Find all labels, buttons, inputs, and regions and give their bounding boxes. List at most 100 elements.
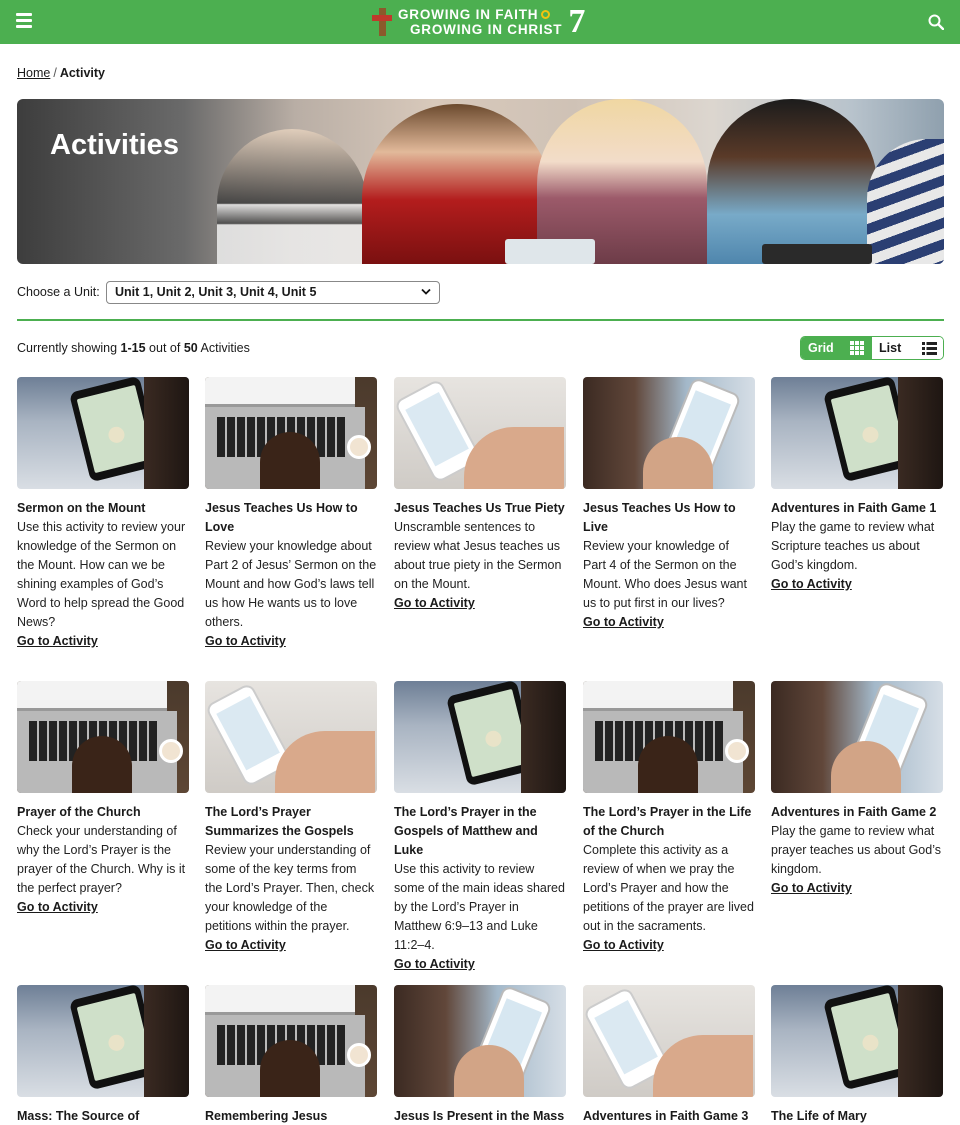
activity-title: Adventures in Faith Game 1 [771, 501, 937, 515]
activity-description: Unscramble sentences to review what Jesu… [394, 520, 562, 591]
activity-title: The Life of Mary [771, 1109, 867, 1123]
logo-grade-number: 7 [568, 3, 586, 40]
activity-thumbnail[interactable] [17, 985, 189, 1097]
activity-thumbnail[interactable] [583, 985, 755, 1097]
divider [17, 319, 944, 321]
hero-photo-tablet [505, 239, 595, 264]
activity-card: Mass: The Source of [17, 985, 189, 1125]
activity-title: Adventures in Faith Game 3 [583, 1109, 749, 1123]
activity-thumbnail[interactable] [583, 681, 755, 793]
top-bar: GROWING IN FAITH GROWING IN CHRIST 7 [0, 0, 960, 44]
results-middle: out of [149, 341, 181, 355]
activity-card: Jesus Teaches Us True Piety Unscramble se… [394, 377, 566, 613]
list-view-label: List [879, 341, 902, 355]
go-to-activity-link[interactable]: Go to Activity [205, 936, 286, 955]
activity-card: Adventures in Faith Game 3 [583, 985, 755, 1125]
go-to-activity-link[interactable]: Go to Activity [771, 575, 852, 594]
activity-card: The Lord’s Prayer in the Life of the Chu… [583, 681, 755, 955]
activity-description: Use this activity to review your knowled… [17, 520, 186, 629]
go-to-activity-link[interactable]: Go to Activity [17, 898, 98, 917]
activity-description: Review your knowledge of Part 4 of the S… [583, 539, 747, 610]
go-to-activity-link[interactable]: Go to Activity [394, 955, 475, 974]
activity-thumbnail[interactable] [17, 681, 189, 793]
list-view-button[interactable]: List [872, 337, 943, 359]
results-count: Currently showing 1-15 out of 50 Activit… [17, 341, 250, 355]
activity-title: The Lord’s Prayer Summarizes the Gospels [205, 805, 354, 838]
logo-line-1: GROWING IN FAITH [398, 7, 539, 22]
activity-card: Adventures in Faith Game 2 Play the game … [771, 681, 943, 898]
activity-thumbnail[interactable] [394, 681, 566, 793]
logo-line-2: GROWING IN CHRIST [410, 22, 563, 37]
go-to-activity-link[interactable]: Go to Activity [17, 632, 98, 651]
go-to-activity-link[interactable]: Go to Activity [771, 879, 852, 898]
activity-card: The Life of Mary [771, 985, 943, 1125]
activity-title: Adventures in Faith Game 2 [771, 805, 937, 819]
activity-title: Prayer of the Church [17, 805, 141, 819]
hamburger-menu-icon[interactable] [16, 13, 32, 29]
activity-thumbnail[interactable] [771, 377, 943, 489]
activity-title: Jesus Teaches Us True Piety [394, 501, 565, 515]
activity-description: Check your understanding of why the Lord… [17, 824, 186, 895]
activity-description: Play the game to review what prayer teac… [771, 824, 942, 876]
activity-card: Prayer of the Church Check your understan… [17, 681, 189, 917]
activity-card: Remembering Jesus through [205, 985, 377, 1125]
results-suffix: Activities [200, 341, 250, 355]
activity-thumbnail[interactable] [771, 985, 943, 1097]
list-icon [922, 341, 937, 355]
activity-title: Sermon on the Mount [17, 501, 146, 515]
activity-description: Complete this activity as a review of wh… [583, 843, 754, 933]
activity-thumbnail[interactable] [394, 985, 566, 1097]
unit-select-dropdown[interactable]: Unit 1, Unit 2, Unit 3, Unit 4, Unit 5 [106, 281, 440, 304]
activity-card: Sermon on the Mount Use this activity to … [17, 377, 189, 651]
search-icon[interactable] [928, 14, 944, 30]
hero-photo-student [867, 139, 944, 264]
activity-description: Use this activity to review some of the … [394, 862, 565, 952]
page-title: Activities [50, 129, 179, 161]
hero-photo-student [217, 129, 367, 264]
activity-thumbnail[interactable] [394, 377, 566, 489]
go-to-activity-link[interactable]: Go to Activity [394, 594, 475, 613]
activity-title: Remembering Jesus through [205, 1109, 328, 1123]
activity-card: Jesus Is Present in the Mass [394, 985, 566, 1125]
hero-photo-laptop [762, 244, 872, 264]
breadcrumb: Home / Activity [17, 66, 105, 80]
activity-card: Jesus Teaches Us How to Love Review your … [205, 377, 377, 651]
view-toggle: Grid List [800, 336, 944, 360]
results-range: 1-15 [120, 341, 146, 355]
site-logo[interactable]: GROWING IN FAITH GROWING IN CHRIST 7 [372, 5, 585, 39]
activity-title: Jesus Is Present in the Mass [394, 1109, 565, 1123]
activity-description: Play the game to review what Scripture t… [771, 520, 935, 572]
activity-thumbnail[interactable] [205, 681, 377, 793]
activity-thumbnail[interactable] [17, 377, 189, 489]
activity-title: The Lord’s Prayer in the Gospels of Matt… [394, 805, 538, 857]
activity-card: Jesus Teaches Us How to Live Review your … [583, 377, 755, 632]
activity-thumbnail[interactable] [583, 377, 755, 489]
results-prefix: Currently showing [17, 341, 118, 355]
activity-title: Jesus Teaches Us How to Love [205, 501, 358, 534]
hero-photo-student [707, 99, 877, 264]
activity-card: Adventures in Faith Game 1 Play the game … [771, 377, 943, 594]
breadcrumb-home-link[interactable]: Home [17, 66, 50, 80]
chevron-down-icon [421, 288, 431, 295]
activity-description: Review your knowledge about Part 2 of Je… [205, 539, 377, 629]
activity-title: Mass: The Source of [17, 1109, 140, 1123]
activity-thumbnail[interactable] [205, 377, 377, 489]
grid-view-label: Grid [808, 341, 834, 355]
activity-thumbnail[interactable] [205, 985, 377, 1097]
unit-select-value: Unit 1, Unit 2, Unit 3, Unit 4, Unit 5 [115, 285, 317, 299]
activity-title: Jesus Teaches Us How to Live [583, 501, 736, 534]
hero-banner: Activities [17, 99, 944, 264]
go-to-activity-link[interactable]: Go to Activity [583, 613, 664, 632]
activity-description: Review your understanding of some of the… [205, 843, 375, 933]
grid-icon [850, 341, 865, 355]
activity-card: The Lord’s Prayer Summarizes the Gospels… [205, 681, 377, 955]
sun-icon [541, 10, 551, 19]
grid-view-button[interactable]: Grid [801, 337, 873, 359]
cross-icon [372, 6, 392, 38]
activity-thumbnail[interactable] [771, 681, 943, 793]
activity-card: The Lord’s Prayer in the Gospels of Matt… [394, 681, 566, 974]
go-to-activity-link[interactable]: Go to Activity [583, 936, 664, 955]
results-total: 50 [183, 341, 198, 355]
go-to-activity-link[interactable]: Go to Activity [205, 632, 286, 651]
breadcrumb-current: Activity [59, 66, 105, 80]
